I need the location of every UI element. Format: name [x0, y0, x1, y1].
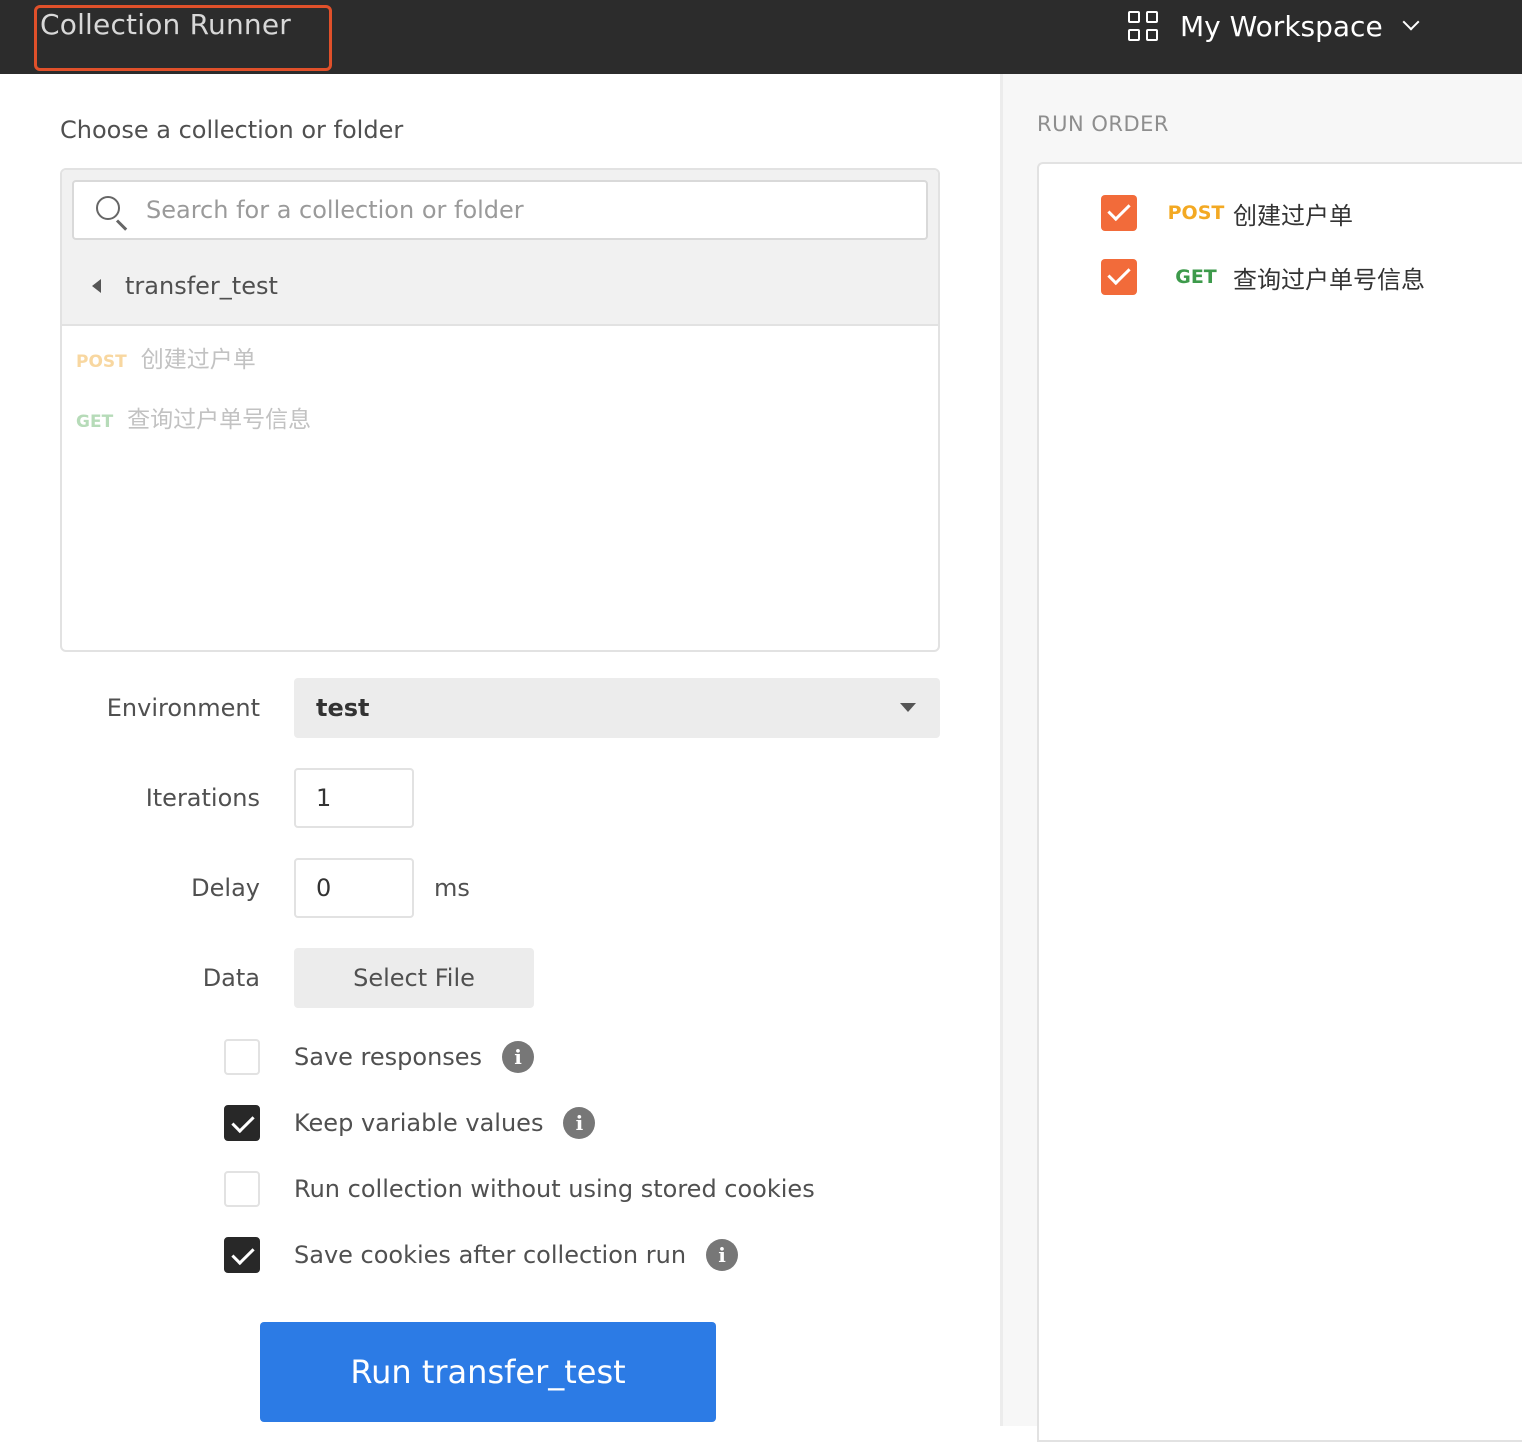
environment-row: Environment test — [0, 678, 1000, 738]
delay-input[interactable] — [294, 858, 414, 918]
data-row: Data Select File — [0, 948, 1000, 1008]
iterations-label: Iterations — [145, 784, 260, 812]
option-label: Run collection without using stored cook… — [294, 1175, 815, 1203]
caret-left-icon[interactable] — [92, 279, 101, 293]
run-order-list: POST 创建过户单 GET 查询过户单号信息 — [1037, 162, 1522, 1442]
search-icon — [96, 196, 120, 220]
method-badge: POST — [1167, 202, 1225, 224]
run-order-item[interactable]: POST 创建过户单 — [1101, 194, 1353, 232]
workspace-label: My Workspace — [1180, 9, 1383, 43]
method-badge: POST — [76, 352, 127, 372]
info-icon[interactable]: i — [502, 1041, 535, 1073]
grid-icon — [1128, 11, 1158, 41]
collection-name: transfer_test — [125, 272, 278, 300]
option-run-without-cookies: Run collection without using stored cook… — [224, 1170, 815, 1208]
option-save-cookies: Save cookies after collection run i — [224, 1236, 739, 1274]
option-save-responses: Save responses i — [224, 1038, 535, 1076]
delay-unit: ms — [434, 874, 470, 902]
title-highlight-annotation — [34, 5, 332, 71]
info-icon[interactable]: i — [706, 1239, 739, 1271]
option-keep-variable-values: Keep variable values i — [224, 1104, 596, 1142]
delay-label: Delay — [191, 874, 260, 902]
delay-row: Delay ms — [0, 858, 1000, 918]
search-input[interactable] — [146, 192, 906, 228]
save-responses-checkbox[interactable] — [224, 1039, 260, 1075]
run-collection-button[interactable]: Run transfer_test — [260, 1322, 716, 1422]
workspace-switcher[interactable]: My Workspace — [1128, 8, 1420, 44]
request-name: 查询过户单号信息 — [127, 407, 312, 433]
runner-config-pane: Choose a collection or folder transfer_t… — [0, 74, 1000, 1426]
keep-variable-values-checkbox[interactable] — [224, 1105, 260, 1141]
run-without-cookies-checkbox[interactable] — [224, 1171, 260, 1207]
select-file-button[interactable]: Select File — [294, 948, 534, 1008]
option-label: Keep variable values — [294, 1109, 544, 1137]
chevron-down-icon — [1402, 13, 1420, 31]
environment-label: Environment — [106, 694, 260, 722]
choose-collection-label: Choose a collection or folder — [60, 116, 404, 144]
run-order-title: RUN ORDER — [1037, 112, 1169, 136]
request-name: 创建过户单 — [1233, 201, 1353, 230]
request-name: 查询过户单号信息 — [1233, 265, 1425, 294]
method-badge: GET — [76, 412, 114, 432]
iterations-row: Iterations — [0, 768, 1000, 828]
list-item: POST 创建过户单 — [76, 340, 256, 374]
environment-value: test — [316, 694, 370, 722]
caret-down-icon — [900, 703, 916, 712]
top-bar: Collection Runner My Workspace — [0, 0, 1522, 74]
info-icon[interactable]: i — [563, 1107, 596, 1139]
run-order-checkbox[interactable] — [1101, 259, 1137, 295]
option-label: Save responses — [294, 1043, 483, 1071]
save-cookies-checkbox[interactable] — [224, 1237, 260, 1273]
run-order-checkbox[interactable] — [1101, 195, 1137, 231]
list-item: GET 查询过户单号信息 — [76, 400, 311, 434]
request-name: 创建过户单 — [140, 347, 256, 373]
environment-select[interactable]: test — [294, 678, 940, 738]
collection-back-row[interactable]: transfer_test — [82, 266, 278, 306]
data-label: Data — [202, 964, 260, 992]
run-order-item[interactable]: GET 查询过户单号信息 — [1101, 258, 1425, 296]
collection-chooser: transfer_test POST 创建过户单 GET 查询过户单号信息 — [60, 168, 940, 652]
method-badge: GET — [1175, 266, 1217, 288]
run-order-pane: RUN ORDER POST 创建过户单 GET 查询过户单号信息 — [1003, 74, 1522, 1442]
iterations-input[interactable] — [294, 768, 414, 828]
option-label: Save cookies after collection run — [294, 1241, 687, 1269]
search-box[interactable] — [72, 180, 928, 240]
collection-chooser-header: transfer_test — [62, 170, 938, 326]
